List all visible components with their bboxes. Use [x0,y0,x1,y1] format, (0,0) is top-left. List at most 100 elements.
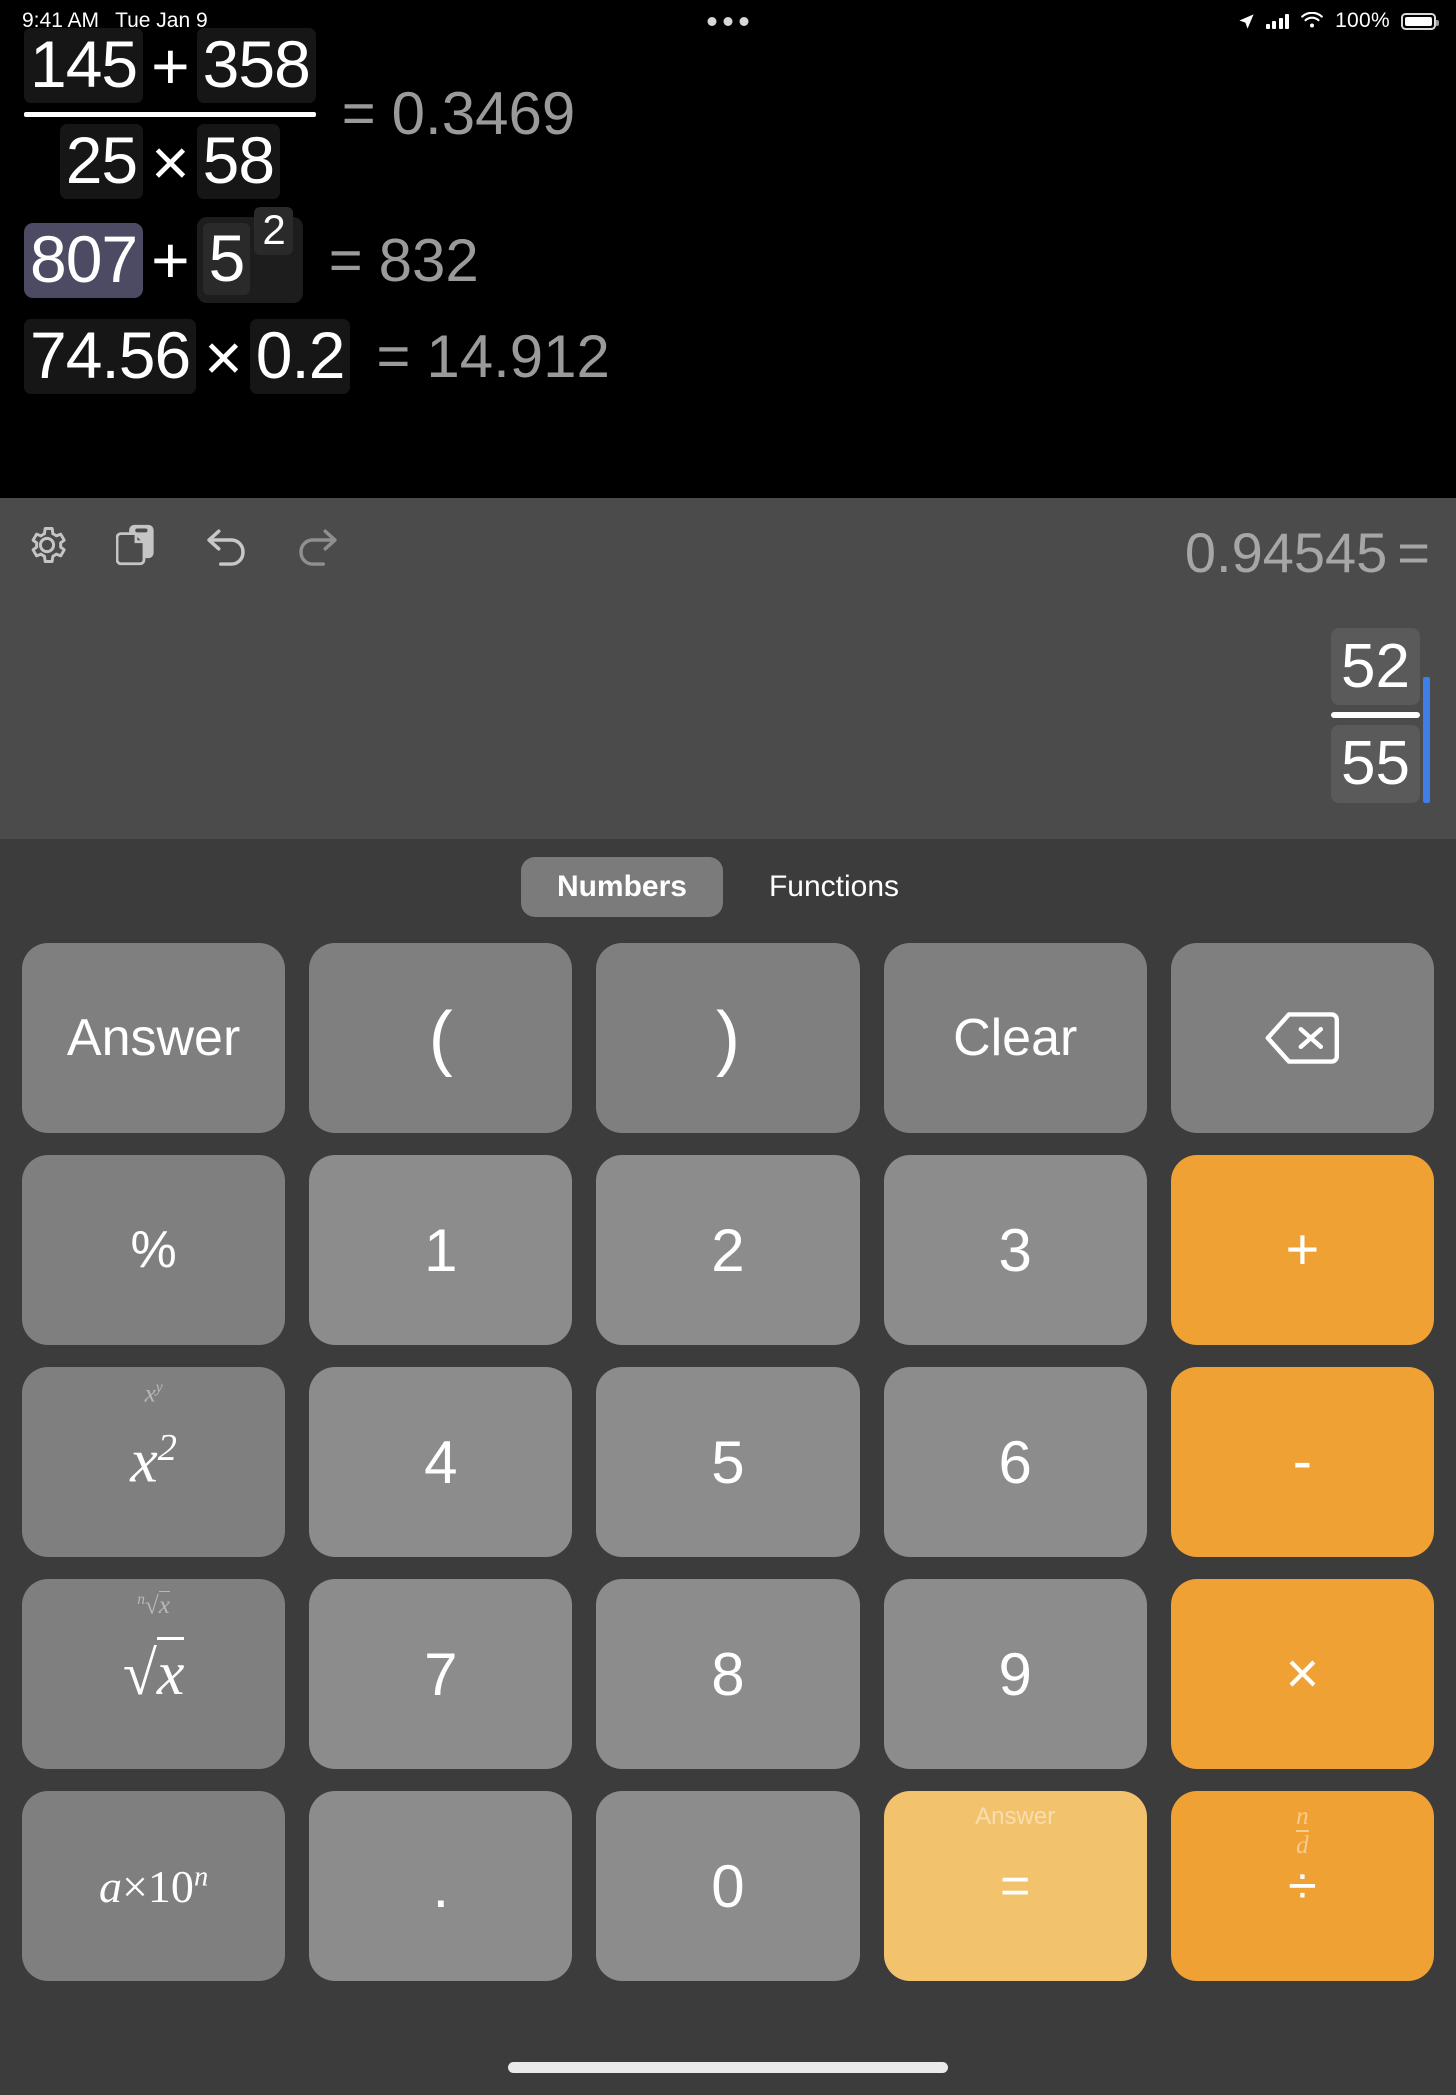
keypad-tab-bar: Numbers Functions [0,839,1456,917]
current-fraction[interactable]: 52 55 [1331,628,1420,803]
key-close-paren[interactable]: ) [596,943,860,1133]
key-8[interactable]: 8 [596,1579,860,1769]
key-answer[interactable]: Answer [22,943,286,1133]
token-denominator-operator: × [151,124,190,199]
history-result: 14.912 [426,323,610,390]
sublabel-exp: y [155,1379,163,1396]
key-divide-sublabel: n d [1171,1803,1434,1858]
key-6[interactable]: 6 [883,1367,1147,1557]
sublabel-radicand: x [158,1591,170,1620]
key-9[interactable]: 9 [883,1579,1147,1769]
sci-times-ten: ×10 [121,1860,194,1912]
key-sqrt[interactable]: n√x √x [22,1579,286,1769]
key-4[interactable]: 4 [309,1367,573,1557]
home-indicator[interactable] [508,2062,948,2073]
key-sqrt-label: √x [122,1636,185,1710]
calculator-app-screen: 9:41 AM Tue Jan 9 100% 145 + 358 25 × 58… [0,0,1456,2095]
undo-arrow-icon [207,529,245,566]
preview-equals: = [1397,521,1430,584]
multitasking-dots-icon[interactable] [707,16,749,26]
fraction-nd-icon: n d [1296,1804,1309,1858]
key-minus[interactable]: - [1170,1367,1434,1557]
key-plus[interactable]: + [1170,1155,1434,1345]
status-bar-left: 9:41 AM Tue Jan 9 [22,9,208,33]
history-entry-fraction[interactable]: 145 + 358 25 × 58 = 0.3469 [0,28,1456,199]
key-scientific-notation[interactable]: a×10n [22,1791,286,1981]
history-entry-product[interactable]: 74.56 × 0.2 = 14.912 [0,319,1456,394]
key-square-label: x2 [130,1426,177,1498]
key-0[interactable]: 0 [596,1791,860,1981]
redo-arrow-icon [299,529,337,566]
square-exp: 2 [157,1427,177,1470]
key-divide[interactable]: n d ÷ [1170,1791,1434,1981]
history-area[interactable]: 145 + 358 25 × 58 = 0.3469 807 + 5 2 = 8… [0,0,1456,498]
history-expression: 74.56 × 0.2 [24,319,351,394]
status-date: Tue Jan 9 [115,9,208,32]
fraction-bar [24,112,316,117]
key-7[interactable]: 7 [309,1579,573,1769]
token-left: 74.56 [24,319,197,394]
equals-sign: = [341,81,376,146]
power-base: 5 [202,223,251,295]
current-denominator[interactable]: 55 [1331,725,1420,803]
sci-coefficient: a [98,1860,122,1912]
token-operator: × [204,319,243,394]
key-sqrt-sublabel: n√x [22,1591,285,1620]
token-denominator-right: 58 [196,124,281,199]
key-square[interactable]: x y x2 [22,1367,286,1557]
tab-numbers[interactable]: Numbers [520,857,723,917]
sublabel-root-index: n [137,1591,146,1608]
token-operator: + [151,223,190,297]
undo-button[interactable] [200,518,254,572]
key-divide-label: ÷ [1288,1857,1317,1915]
key-equals-label: = [1000,1857,1031,1915]
equals-sign: = [328,227,363,293]
current-fraction-bar [1331,712,1420,719]
key-multiply[interactable]: × [1170,1579,1434,1769]
token-selected[interactable]: 807 [24,222,144,298]
key-percent[interactable]: % [22,1155,286,1345]
key-5[interactable]: 5 [596,1367,860,1557]
history-entry-power[interactable]: 807 + 5 2 = 832 [0,207,1456,303]
current-numerator[interactable]: 52 [1331,628,1420,706]
equals-sign: = [376,324,411,389]
keypad-panel: Numbers Functions Answer ( ) Clear % 1 2… [0,839,1456,2095]
history-expression: 807 + 5 2 [24,207,303,303]
backspace-delete-icon [1265,1012,1340,1064]
tab-functions[interactable]: Functions [733,857,935,917]
redo-button[interactable] [290,518,344,572]
settings-button[interactable] [20,518,74,572]
radical-icon: √ [122,1639,157,1708]
power-exponent: 2 [254,207,293,255]
history-result-group: = 832 [329,226,479,295]
result-preview: 0.94545 = [1185,520,1430,585]
history-result-group: = 14.912 [376,322,609,391]
square-base: x [130,1427,158,1496]
key-equals[interactable]: Answer = [883,1791,1147,1981]
token-denominator-left: 25 [59,124,144,199]
token-right: 0.2 [249,319,351,394]
key-clear[interactable]: Clear [883,943,1147,1133]
sqrt-radicand: x [156,1636,185,1708]
preview-value: 0.94545 [1184,521,1388,584]
key-3[interactable]: 3 [883,1155,1147,1345]
history-result-group: = 0.3469 [342,79,575,148]
copy-button[interactable] [110,518,164,572]
key-2[interactable]: 2 [596,1155,860,1345]
key-decimal-point[interactable]: . [309,1791,573,1981]
key-equals-sublabel: Answer [975,1803,1056,1830]
key-1[interactable]: 1 [309,1155,573,1345]
nd-numerator: n [1296,1803,1309,1830]
display-toolbar [20,518,344,572]
battery-percent-label: 100% [1335,9,1390,32]
fraction: 145 + 358 25 × 58 [24,28,316,199]
key-open-paren[interactable]: ( [309,943,573,1133]
history-result: 832 [378,226,479,294]
current-expression[interactable]: 52 55 [1331,628,1430,803]
clipboard-copy-icon [116,524,154,566]
wifi-icon [1301,12,1323,28]
sublabel-radical-icon: √ [145,1592,159,1620]
display-panel: 0.94545 = 52 55 [0,498,1456,839]
key-backspace[interactable] [1170,943,1434,1133]
keypad-grid: Answer ( ) Clear % 1 2 3 + x y x2 4 5 6 -… [0,917,1456,1981]
